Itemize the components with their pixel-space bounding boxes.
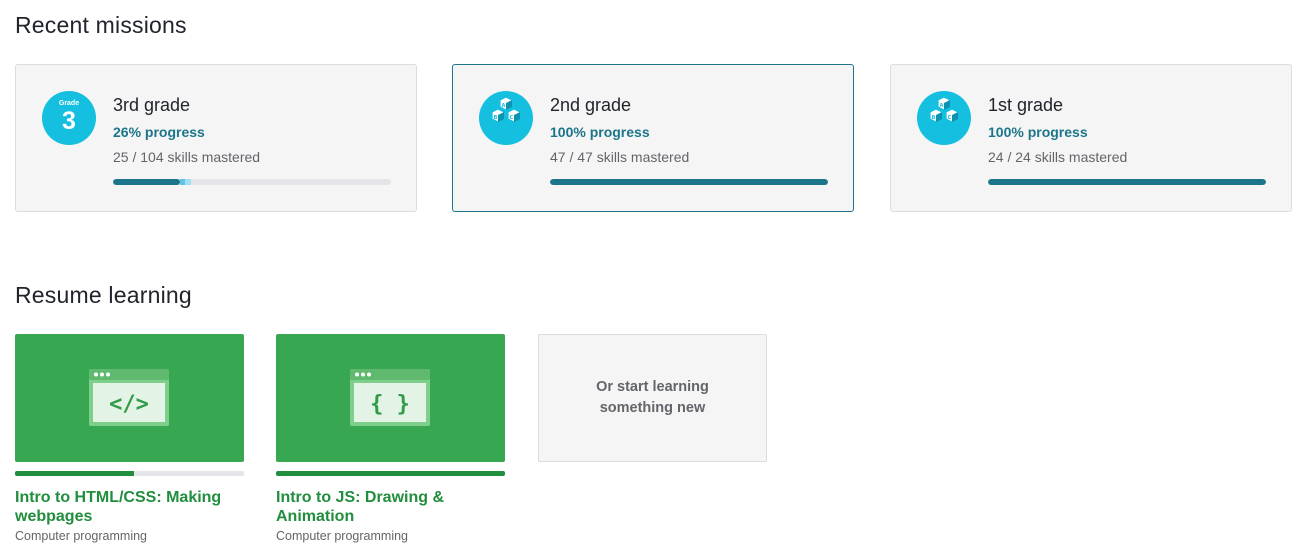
mission-progress-percent: 26% progress [113, 124, 205, 140]
course-thumbnail[interactable]: </> [15, 334, 244, 462]
svg-text:A: A [940, 103, 944, 109]
start-learning-new-label: Or start learning something new [596, 379, 709, 416]
course-title[interactable]: Intro to JS: Drawing & Animation [276, 488, 505, 526]
course-subject: Computer programming [276, 529, 408, 543]
mission-skills-count: 25 / 104 skills mastered [113, 149, 261, 165]
course-card-intro-html-css[interactable]: </> Intro to HTML/CSS: Making webpages C… [15, 334, 244, 543]
start-learning-new-card[interactable]: Or start learning something new [538, 334, 767, 462]
mission-skills-count: 24 / 24 skills mastered [988, 149, 1128, 165]
mission-title[interactable]: 3rd grade [113, 95, 190, 116]
course-thumbnail[interactable]: { } [276, 334, 505, 462]
svg-text:C: C [510, 115, 514, 121]
mission-title[interactable]: 2nd grade [550, 95, 631, 116]
svg-text:B: B [932, 115, 936, 121]
mission-card-3rd-grade[interactable]: Grade 3 3rd grade 26% progress 25 / 104 … [15, 64, 417, 212]
resume-learning-heading: Resume learning [15, 282, 192, 308]
mission-progress-bar [113, 179, 391, 185]
mission-progress-percent: 100% progress [988, 124, 1088, 140]
course-subject: Computer programming [15, 529, 147, 543]
js-code-window-icon: { } [350, 369, 430, 426]
course-progress-bar [15, 471, 244, 476]
mission-progress-fill [988, 179, 1266, 185]
svg-text:A: A [502, 103, 506, 109]
mission-title[interactable]: 1st grade [988, 95, 1063, 116]
course-progress-bar [276, 471, 505, 476]
course-progress-fill [15, 471, 135, 476]
svg-text:B: B [494, 115, 498, 121]
blocks-icon: A B C [917, 91, 971, 145]
icon-glyph: </> [109, 392, 149, 417]
html-code-window-icon: </> [89, 369, 169, 426]
recent-missions-heading: Recent missions [15, 12, 187, 38]
mission-progress-bar [550, 179, 828, 185]
mission-progress-percent: 100% progress [550, 124, 650, 140]
svg-text:C: C [948, 115, 952, 121]
course-progress-fill [276, 471, 505, 476]
mission-progress-familiar [185, 179, 191, 185]
grade-3-badge-icon: Grade 3 [42, 91, 96, 145]
badge-grade-label: Grade [58, 100, 80, 107]
mission-card-1st-grade[interactable]: A B C 1st grade 100% progress 24 / 24 sk… [890, 64, 1292, 212]
mission-progress-fill [113, 179, 180, 185]
course-card-intro-js[interactable]: { } Intro to JS: Drawing & Animation Com… [276, 334, 505, 543]
badge-grade-number: 3 [62, 107, 76, 135]
blocks-icon: A B C [479, 91, 533, 145]
mission-card-2nd-grade[interactable]: A B C 2nd grade 100% progress 47 / 47 sk… [452, 64, 854, 212]
course-title[interactable]: Intro to HTML/CSS: Making webpages [15, 488, 244, 526]
mission-progress-fill [550, 179, 828, 185]
mission-progress-bar [988, 179, 1266, 185]
mission-skills-count: 47 / 47 skills mastered [550, 149, 690, 165]
icon-glyph: { } [370, 392, 410, 417]
